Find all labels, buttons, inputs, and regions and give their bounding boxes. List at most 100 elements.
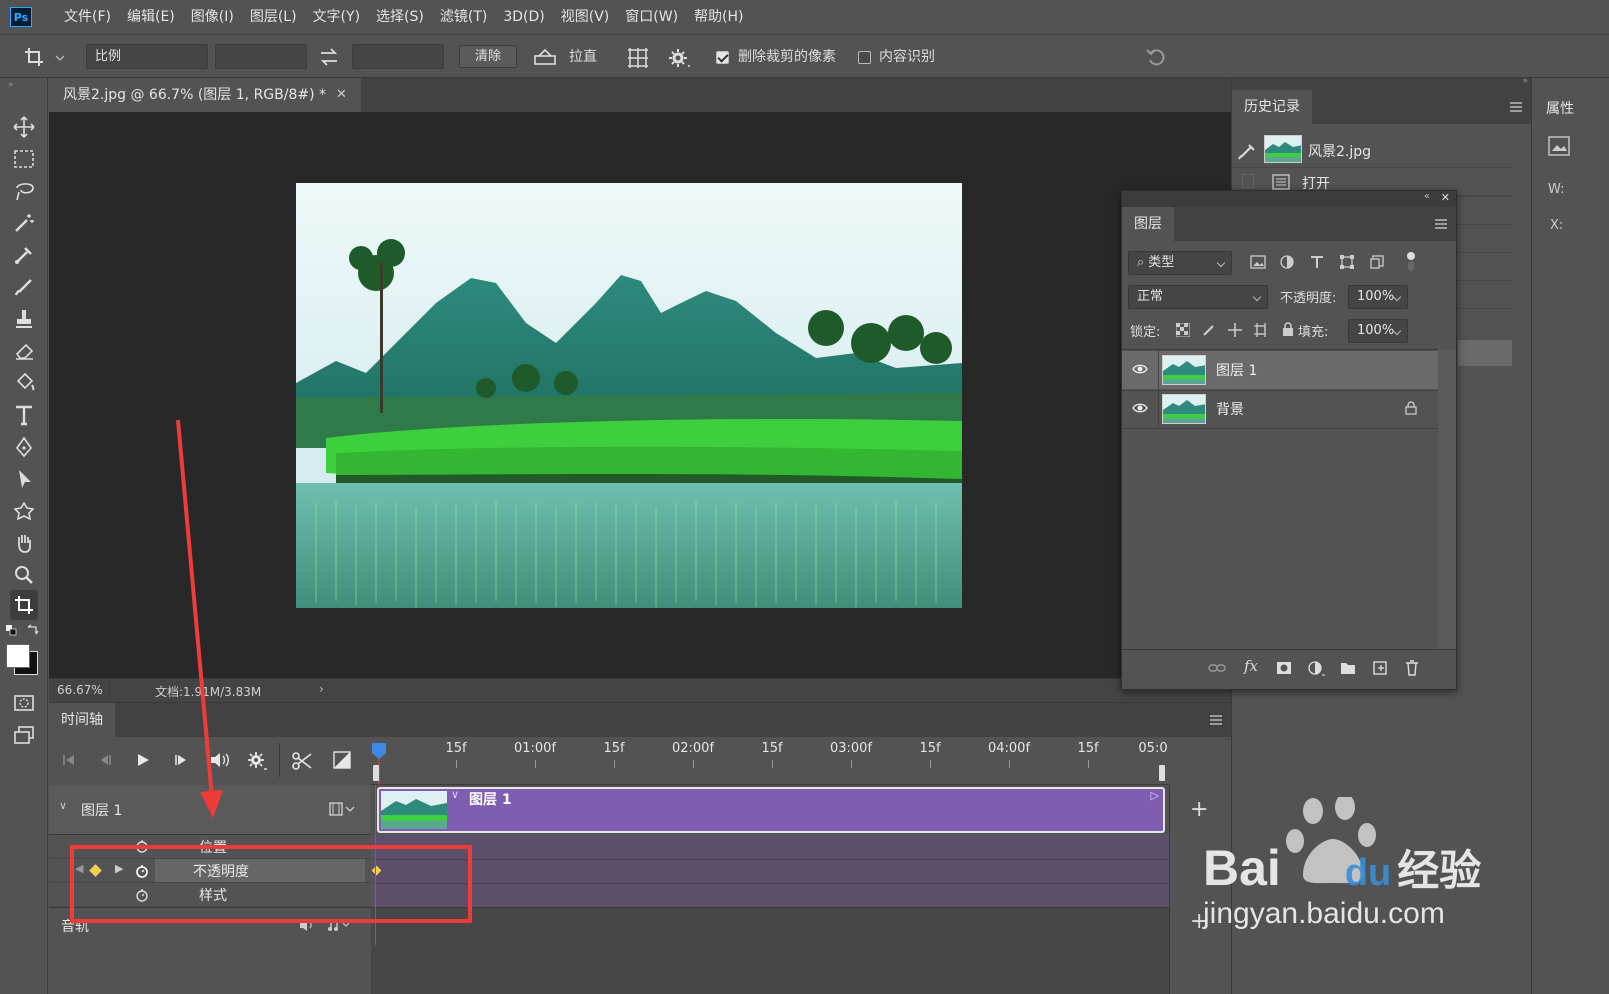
link-layers-icon[interactable] bbox=[1208, 662, 1226, 674]
crop-tool-preset-icon[interactable] bbox=[24, 46, 66, 68]
track-options-icon[interactable] bbox=[329, 801, 357, 817]
visibility-eye-icon[interactable] bbox=[1132, 363, 1148, 375]
layer-clip[interactable]: ∨ 图层 1 ▷ bbox=[377, 787, 1165, 833]
straighten-icon[interactable] bbox=[533, 47, 557, 67]
history-tab[interactable]: 历史记录 bbox=[1232, 90, 1312, 124]
landscape-photo[interactable] bbox=[296, 183, 962, 608]
new-layer-icon[interactable] bbox=[1372, 661, 1388, 675]
properties-tab[interactable]: 属性 bbox=[1546, 98, 1574, 118]
expand-track-icon[interactable]: ∨ bbox=[59, 799, 67, 812]
history-snapshot[interactable]: 风景2.jpg bbox=[1232, 132, 1512, 168]
filter-shape-icon[interactable] bbox=[1340, 255, 1354, 269]
lock-artboard-icon[interactable] bbox=[1254, 323, 1268, 337]
go-first-frame-icon[interactable] bbox=[61, 753, 77, 767]
straighten-label[interactable]: 拉直 bbox=[569, 46, 597, 68]
audio-lane[interactable] bbox=[371, 907, 1169, 941]
document-tab[interactable]: 风景2.jpg @ 66.7% (图层 1, RGB/8#) * ✕ bbox=[49, 78, 361, 112]
delete-layer-trash-icon[interactable] bbox=[1405, 660, 1419, 676]
layer-track-header[interactable]: ∨ 图层 1 bbox=[49, 785, 371, 835]
menu-filter[interactable]: 滤镜(T) bbox=[432, 0, 495, 34]
type-tool-icon[interactable] bbox=[10, 402, 38, 428]
visibility-eye-icon[interactable] bbox=[1132, 402, 1148, 414]
eyedropper-tool-icon[interactable] bbox=[10, 242, 38, 268]
content-aware-checkbox[interactable] bbox=[858, 51, 871, 64]
timeline-menu-icon[interactable] bbox=[1209, 714, 1223, 726]
menu-layer[interactable]: 图层(L) bbox=[242, 0, 305, 34]
clip-collapse-icon[interactable]: ∨ bbox=[451, 788, 459, 801]
split-scissors-icon[interactable] bbox=[291, 751, 313, 771]
fx-icon[interactable]: fx bbox=[1244, 657, 1258, 675]
timeline-tab[interactable]: 时间轴 bbox=[49, 703, 115, 737]
lasso-tool-icon[interactable] bbox=[10, 178, 38, 204]
lock-pixels-icon[interactable] bbox=[1202, 323, 1216, 337]
ratio-height-input[interactable] bbox=[352, 44, 444, 69]
zoom-tool-icon[interactable] bbox=[10, 562, 38, 588]
opacity-input[interactable]: 100% bbox=[1348, 285, 1408, 309]
add-mask-icon[interactable] bbox=[1276, 661, 1292, 675]
layers-menu-icon[interactable] bbox=[1434, 218, 1448, 230]
menu-type[interactable]: 文字(Y) bbox=[305, 0, 368, 34]
overlay-grid-icon[interactable] bbox=[626, 46, 650, 70]
status-expand-icon[interactable]: › bbox=[319, 682, 324, 696]
menu-3d[interactable]: 3D(D) bbox=[495, 0, 552, 34]
delete-cropped-checkbox[interactable] bbox=[716, 51, 729, 64]
path-selection-tool-icon[interactable] bbox=[10, 466, 38, 492]
audio-toggle-icon[interactable] bbox=[209, 751, 231, 769]
fill-input[interactable]: 100% bbox=[1348, 319, 1408, 343]
filter-pixel-icon[interactable] bbox=[1250, 255, 1266, 269]
marquee-tool-icon[interactable] bbox=[10, 146, 38, 172]
layers-panel-titlebar[interactable]: « ✕ bbox=[1122, 191, 1456, 207]
move-tool-icon[interactable] bbox=[10, 114, 38, 140]
crop-tool-icon[interactable] bbox=[10, 590, 38, 620]
zoom-level[interactable]: 66.67% bbox=[57, 683, 103, 697]
paint-bucket-tool-icon[interactable] bbox=[10, 370, 38, 396]
swap-icon[interactable] bbox=[318, 47, 340, 67]
pen-tool-icon[interactable] bbox=[10, 434, 38, 460]
work-area-end-handle[interactable] bbox=[1159, 765, 1165, 781]
lock-transparent-icon[interactable] bbox=[1176, 323, 1190, 337]
prev-frame-icon[interactable] bbox=[97, 753, 113, 767]
timeline-tracks[interactable]: ∨ 图层 1 ▷ bbox=[371, 785, 1169, 994]
crop-settings-gear-icon[interactable] bbox=[668, 47, 692, 69]
filter-smart-object-icon[interactable] bbox=[1370, 255, 1384, 269]
collapse-arrows-icon[interactable]: » bbox=[8, 80, 14, 90]
layer-filter-kind-select[interactable]: ⌕ 类型 bbox=[1128, 251, 1232, 275]
menu-window[interactable]: 窗口(W) bbox=[617, 0, 686, 34]
playback-settings-gear-icon[interactable] bbox=[247, 751, 269, 771]
layers-tab[interactable]: 图层 bbox=[1122, 207, 1174, 241]
layer-lock-icon[interactable] bbox=[1405, 401, 1417, 415]
clear-button[interactable]: 清除 bbox=[459, 45, 517, 68]
ratio-width-input[interactable] bbox=[215, 44, 307, 69]
blend-mode-select[interactable]: 正常 bbox=[1128, 285, 1268, 309]
history-selected-row[interactable] bbox=[1458, 340, 1512, 366]
collapse-panel-icon[interactable]: « bbox=[1424, 191, 1430, 202]
new-group-folder-icon[interactable] bbox=[1340, 661, 1356, 675]
filter-type-icon[interactable] bbox=[1310, 255, 1324, 269]
clip-menu-icon[interactable]: ▷ bbox=[1151, 789, 1159, 802]
magic-wand-tool-icon[interactable] bbox=[10, 210, 38, 236]
close-panel-icon[interactable]: ✕ bbox=[1441, 191, 1450, 204]
close-tab-icon[interactable]: ✕ bbox=[336, 78, 347, 112]
filter-toggle-icon[interactable] bbox=[1406, 251, 1416, 273]
work-area-start-handle[interactable] bbox=[373, 765, 379, 781]
canvas-area[interactable] bbox=[49, 112, 1231, 678]
filter-adjustment-icon[interactable] bbox=[1280, 255, 1294, 269]
ratio-select[interactable]: 比例 bbox=[86, 44, 208, 69]
history-step-source[interactable] bbox=[1242, 174, 1254, 188]
layer-row-background[interactable]: 背景 bbox=[1122, 390, 1438, 428]
add-media-icon[interactable]: + bbox=[1190, 797, 1208, 822]
menu-select[interactable]: 选择(S) bbox=[368, 0, 432, 34]
menu-image[interactable]: 图像(I) bbox=[183, 0, 242, 34]
menu-help[interactable]: 帮助(H) bbox=[686, 0, 751, 34]
reset-icon[interactable] bbox=[1145, 47, 1169, 67]
history-brush-icon[interactable] bbox=[1238, 142, 1258, 160]
timeline-ruler[interactable]: 15f 01:00f 15f 02:00f 15f 03:00f 15f 04:… bbox=[371, 737, 1169, 787]
default-colors-icon[interactable] bbox=[5, 624, 19, 636]
collapse-arrows-icon[interactable]: » bbox=[1522, 76, 1528, 86]
menu-file[interactable]: 文件(F) bbox=[56, 0, 119, 34]
lock-position-icon[interactable] bbox=[1228, 323, 1242, 337]
layers-scrollbar[interactable] bbox=[1438, 349, 1456, 649]
screen-mode-icon[interactable] bbox=[10, 722, 38, 748]
custom-shape-tool-icon[interactable] bbox=[10, 498, 38, 524]
quick-mask-icon[interactable] bbox=[10, 690, 38, 716]
